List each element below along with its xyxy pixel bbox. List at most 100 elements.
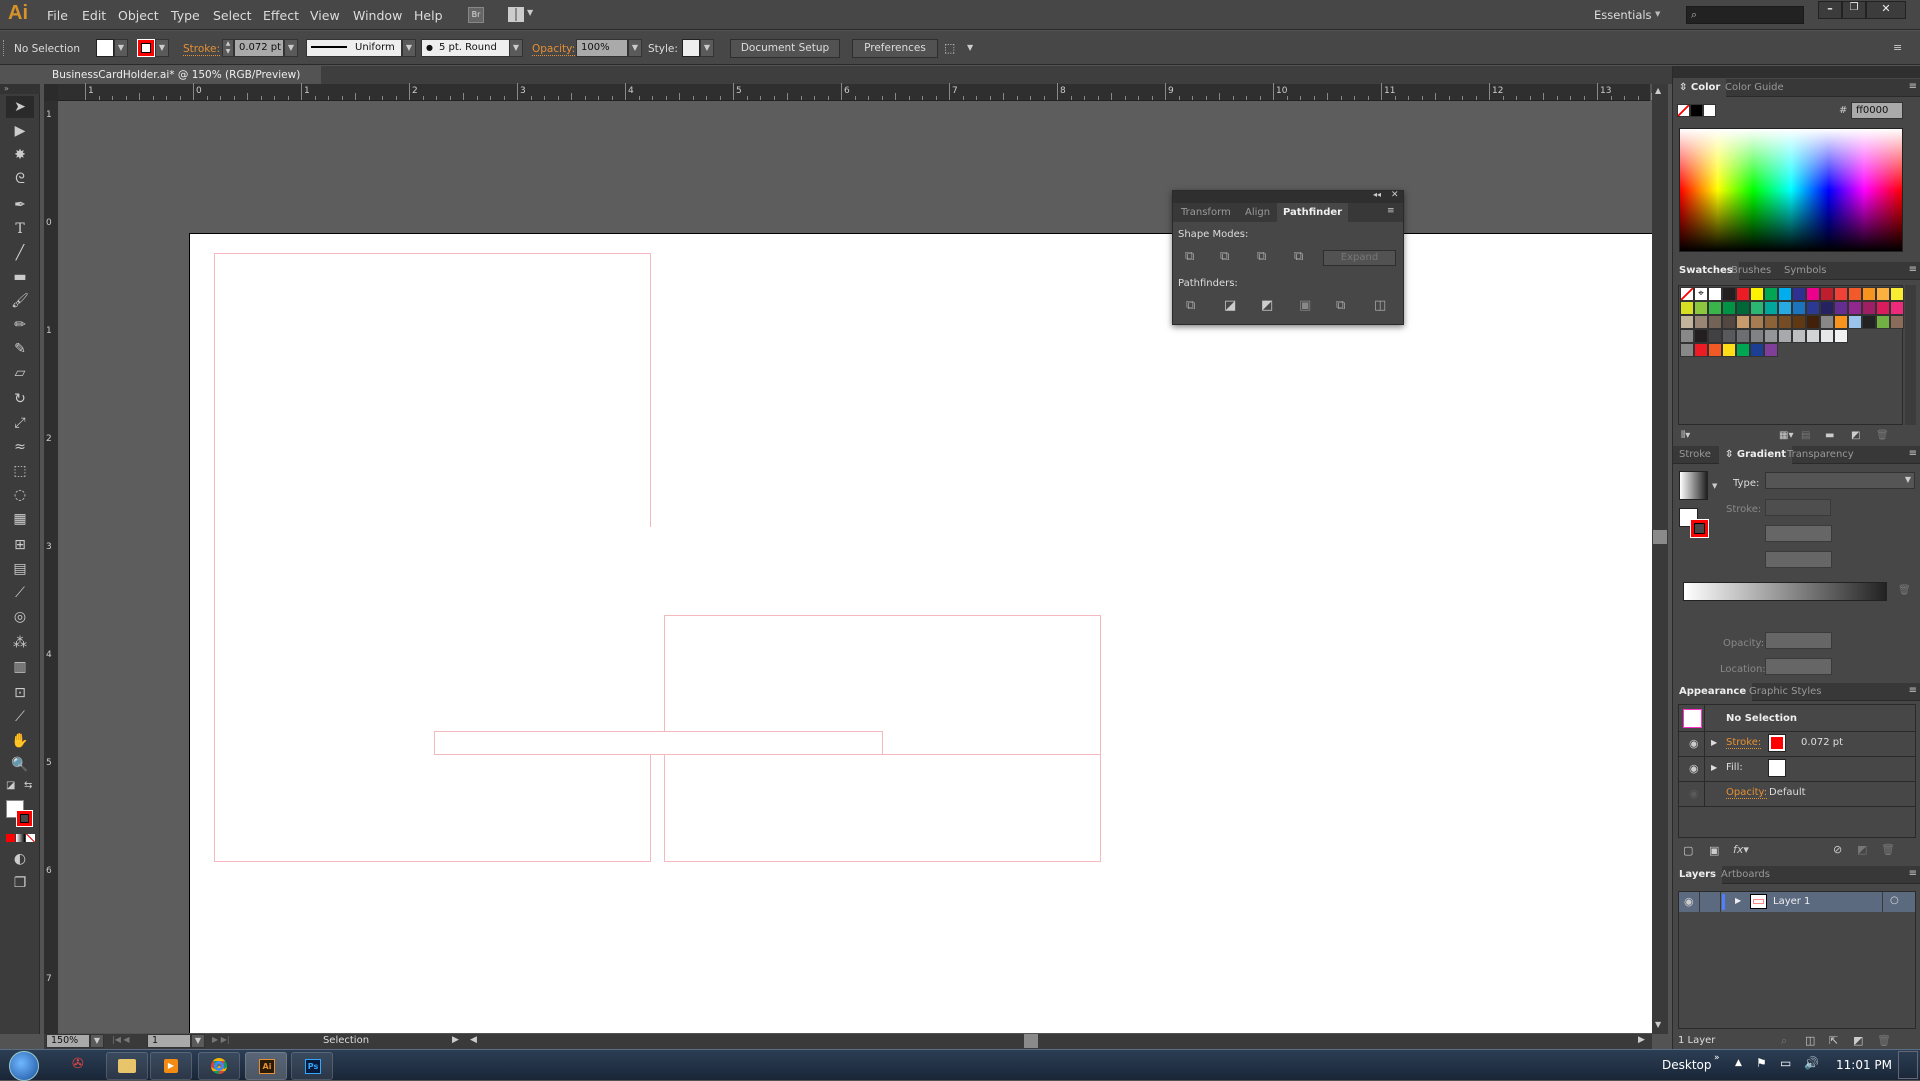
swatch[interactable]	[1764, 329, 1778, 343]
swatch[interactable]	[1736, 287, 1750, 301]
symbol-sprayer-tool-icon[interactable]: ⁂	[6, 632, 34, 654]
swatch[interactable]	[1806, 329, 1820, 343]
tab-artboards[interactable]: Artboards	[1715, 866, 1776, 884]
volume-icon[interactable]: 🔊	[1804, 1056, 1819, 1070]
vertical-scroll-thumb[interactable]	[1653, 530, 1667, 544]
swatch[interactable]	[1778, 301, 1792, 315]
workspace-switcher[interactable]: Essentials	[1594, 8, 1652, 22]
swatch[interactable]	[1820, 287, 1834, 301]
column-graph-tool-icon[interactable]: ▥	[6, 656, 34, 678]
scroll-right-icon[interactable]: ▶	[1638, 1035, 1645, 1045]
panel-title-bar[interactable]: ◂◂ ✕	[1173, 190, 1403, 203]
width-tool-icon[interactable]: ≈	[6, 436, 34, 458]
locate-object-icon[interactable]: ⌕	[1781, 1034, 1787, 1048]
gradient-panel-menu-icon[interactable]: ≡	[1909, 448, 1917, 459]
menu-help[interactable]: Help	[414, 8, 443, 23]
stop-location-input[interactable]	[1765, 658, 1832, 675]
minus-back-icon[interactable]: ◫	[1374, 298, 1386, 313]
panel-menu-icon[interactable]: ≡	[1387, 206, 1395, 216]
swatch[interactable]	[1764, 343, 1778, 357]
swatch[interactable]	[1778, 315, 1792, 329]
bridge-button[interactable]: Br	[468, 7, 484, 23]
swatch[interactable]	[1862, 301, 1876, 315]
profile-dropdown[interactable]: ▼	[402, 39, 416, 57]
close-panel-icon[interactable]: ✕	[1391, 190, 1399, 200]
workspace-dropdown-icon[interactable]: ▼	[1655, 10, 1660, 18]
swatch[interactable]	[1792, 315, 1806, 329]
scroll-down-icon[interactable]: ▼	[1655, 1020, 1661, 1029]
delete-swatch-icon[interactable]: 🗑	[1876, 430, 1889, 441]
swatch[interactable]	[1736, 329, 1750, 343]
canvas[interactable]	[58, 101, 1652, 1033]
arrange-dropdown-icon[interactable]: ▼	[527, 8, 533, 17]
swatches-panel-menu-icon[interactable]: ≡	[1909, 264, 1917, 275]
swatch[interactable]	[1876, 315, 1890, 329]
swatch[interactable]	[1764, 287, 1778, 301]
gradient-tool-icon[interactable]: ▤	[6, 558, 34, 580]
swatch[interactable]	[1680, 301, 1694, 315]
action-center-flag-icon[interactable]: ⚑	[1756, 1056, 1767, 1070]
stroke-swatch[interactable]	[137, 39, 155, 57]
swatch[interactable]	[1750, 343, 1764, 357]
gradient-slider[interactable]	[1683, 582, 1887, 601]
brush-dropdown[interactable]: ▼	[509, 39, 523, 57]
swatch[interactable]	[1736, 301, 1750, 315]
swatch[interactable]	[1764, 315, 1778, 329]
gradient-aspect-input[interactable]	[1765, 551, 1832, 568]
swatch[interactable]	[1722, 329, 1736, 343]
blob-brush-tool-icon[interactable]: ✎	[6, 338, 34, 360]
artboard-dropdown[interactable]: ▼	[191, 1034, 205, 1048]
color-group-folder-icon[interactable]	[1680, 329, 1694, 343]
swatch[interactable]	[1820, 329, 1834, 343]
stroke-color-box[interactable]	[16, 810, 33, 827]
swatch[interactable]	[1862, 315, 1876, 329]
swatch[interactable]	[1750, 315, 1764, 329]
swatch[interactable]	[1834, 315, 1848, 329]
swatch[interactable]	[1848, 301, 1862, 315]
appearance-opacity-link[interactable]: Opacity:	[1726, 787, 1768, 799]
swatch[interactable]	[1862, 287, 1876, 301]
gradient-type-select[interactable]: ▼	[1765, 472, 1915, 489]
search-input[interactable]: ⌕	[1686, 6, 1804, 24]
magic-wand-tool-icon[interactable]: ✸	[6, 144, 34, 166]
card-pocket-left-top[interactable]	[214, 253, 651, 527]
gradient-mode-icon[interactable]	[16, 834, 25, 842]
swatch-registration[interactable]: ⌖	[1694, 287, 1708, 301]
clear-appearance-icon[interactable]: ⊘	[1833, 843, 1842, 856]
none-swatch[interactable]	[1677, 104, 1690, 117]
color-group-folder-icon[interactable]	[1680, 343, 1694, 357]
swatch[interactable]	[1722, 315, 1736, 329]
black-swatch[interactable]	[1690, 104, 1703, 117]
toolbar-collapse-icon[interactable]: »	[0, 84, 40, 94]
show-swatch-kinds-icon[interactable]: ▦▾	[1779, 430, 1793, 441]
draw-mode-icon[interactable]: ◐	[6, 848, 34, 870]
tab-transparency[interactable]: Transparency	[1781, 446, 1860, 464]
swatch[interactable]	[1890, 301, 1904, 315]
fill-visibility-eye-icon[interactable]: ◉	[1689, 762, 1699, 775]
status-menu-icon[interactable]: ▶	[452, 1035, 459, 1045]
swatch[interactable]	[1708, 343, 1722, 357]
outline-icon[interactable]: ⧉	[1336, 298, 1345, 313]
swatch[interactable]	[1708, 315, 1722, 329]
swatch[interactable]	[1694, 315, 1708, 329]
fill-expand-icon[interactable]: ▶	[1711, 763, 1717, 772]
swatch[interactable]	[1722, 301, 1736, 315]
vertical-scrollbar[interactable]: ▲ ▼	[1652, 84, 1668, 1034]
gradient-preset-dropdown-icon[interactable]: ▼	[1712, 482, 1717, 490]
menu-file[interactable]: File	[47, 8, 68, 23]
swatch[interactable]	[1834, 329, 1848, 343]
appearance-panel-menu-icon[interactable]: ≡	[1909, 685, 1917, 696]
swatch[interactable]	[1834, 287, 1848, 301]
zoom-tool-icon[interactable]: 🔍	[6, 754, 34, 776]
fill-dropdown[interactable]: ▼	[114, 39, 128, 57]
screen-mode-icon[interactable]: ❐	[6, 872, 34, 894]
trim-icon[interactable]: ◪	[1224, 298, 1236, 313]
layer-row[interactable]: ◉ ▶ Layer 1 ○	[1679, 892, 1915, 912]
swatches-scrollbar[interactable]	[1905, 285, 1916, 425]
card-pocket-right-top[interactable]	[664, 615, 1101, 732]
swatch[interactable]	[1792, 301, 1806, 315]
swatch[interactable]	[1708, 329, 1722, 343]
swatch[interactable]	[1694, 301, 1708, 315]
gradient-preview[interactable]	[1679, 471, 1708, 500]
artboard-tool-icon[interactable]: ⊡	[6, 682, 34, 704]
